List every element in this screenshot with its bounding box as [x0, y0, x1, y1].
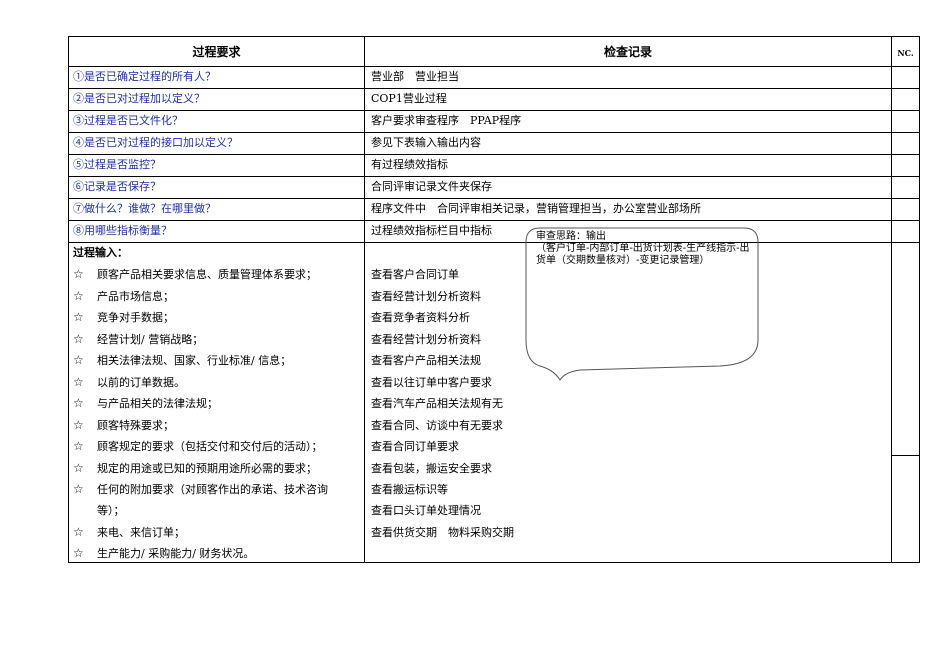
- star-icon: ☆: [73, 482, 84, 496]
- star-icon: ☆: [73, 525, 84, 539]
- input-item: 以前的订单数据。: [97, 376, 185, 389]
- row-divider: [69, 88, 919, 89]
- header-check-record: 检查记录: [603, 45, 652, 59]
- check-record: 查看搬运标识等: [371, 483, 448, 496]
- record-1: 营业部 营业担当: [371, 70, 459, 83]
- row-divider: [69, 198, 919, 199]
- input-item: 来电、来信订单；: [97, 526, 185, 539]
- header-process-requirement: 过程要求: [192, 45, 241, 59]
- question-7: ⑦做什么？谁做？在哪里做？: [73, 202, 216, 215]
- inputs-title: 过程输入：: [73, 246, 128, 259]
- input-item: 规定的用途或已知的预期用途所必需的要求；: [97, 462, 317, 475]
- row-divider: [69, 220, 919, 221]
- row-divider: [69, 110, 919, 111]
- input-item: 生产能力/ 采购能力/ 财务状况。: [97, 547, 255, 560]
- check-record: 查看经营计划分析资料: [371, 333, 481, 346]
- check-record: 查看竞争者资料分析: [371, 311, 470, 324]
- record-3: 客户要求审查程序 PPAP程序: [371, 114, 522, 127]
- question-5: ⑤过程是否监控？: [73, 158, 161, 171]
- star-icon: ☆: [73, 310, 84, 324]
- star-icon: ☆: [73, 439, 84, 453]
- question-3: ③过程是否已文件化？: [73, 114, 183, 127]
- check-record: 查看合同、访谈中有无要求: [371, 419, 503, 432]
- input-item: 与产品相关的法律法规；: [97, 397, 218, 410]
- check-record: 查看包装，搬运安全要求: [371, 462, 492, 475]
- input-item: 任何的附加要求（对顾客作出的承诺、技术咨询: [97, 483, 328, 496]
- input-item: 顾客产品相关要求信息、质量管理体系要求；: [97, 268, 317, 281]
- star-icon: ☆: [73, 332, 84, 346]
- record-6: 合同评审记录文件夹保存: [371, 180, 492, 193]
- check-record: 查看供货交期 物料采购交期: [371, 526, 514, 539]
- callout-line-1: 审查思路：输出: [536, 231, 606, 242]
- header-nc: NC.: [897, 48, 914, 58]
- callout-line-2: （客户订单-内部订单-出货计划表-生产线指示-出货单（交期数量核对）-变更记录管…: [536, 243, 750, 266]
- question-8: ⑧用哪些指标衡量？: [73, 224, 172, 237]
- input-item: 顾客特殊要求；: [97, 419, 174, 432]
- check-record: 查看口头订单处理情况: [371, 504, 481, 517]
- record-8: 过程绩效指标栏目中指标: [371, 224, 492, 237]
- check-record: 查看客户产品相关法规: [371, 354, 481, 367]
- star-icon: ☆: [73, 353, 84, 367]
- question-6: ⑥记录是否保存？: [73, 180, 161, 193]
- input-item: 顾客规定的要求（包括交付和交付后的活动）；: [97, 440, 323, 453]
- check-record: 查看经营计划分析资料: [371, 290, 481, 303]
- star-icon: ☆: [73, 396, 84, 410]
- row-divider: [69, 66, 919, 67]
- record-2: COP1营业过程: [371, 92, 447, 105]
- check-record: 查看汽车产品相关法规有无: [371, 397, 503, 410]
- check-record: 查看以往订单中客户要求: [371, 376, 492, 389]
- input-item: 经营计划/ 营销战略；: [97, 333, 204, 346]
- callout-text: 审查思路：输出 （客户订单-内部订单-出货计划表-生产线指示-出货单（交期数量核…: [536, 231, 751, 267]
- record-4: 参见下表输入输出内容: [371, 136, 481, 149]
- input-item: 竞争对手数据；: [97, 311, 174, 324]
- input-item-continuation: 等）；: [97, 504, 125, 517]
- record-5: 有过程绩效指标: [371, 158, 448, 171]
- star-icon: ☆: [73, 289, 84, 303]
- audit-checklist-table: 过程要求 检查记录 NC. ①是否已确定过程的所有人？ 营业部 营业担当 ②是否…: [68, 36, 920, 563]
- row-divider: [69, 154, 919, 155]
- check-record: 查看合同订单要求: [371, 440, 459, 453]
- nc-divider: [891, 455, 919, 456]
- question-1: ①是否已确定过程的所有人？: [73, 70, 216, 83]
- row-divider: [69, 242, 919, 243]
- column-divider: [891, 37, 892, 562]
- star-icon: ☆: [73, 267, 84, 281]
- star-icon: ☆: [73, 418, 84, 432]
- column-divider: [364, 37, 365, 562]
- question-4: ④是否已对过程的接口加以定义？: [73, 136, 238, 149]
- input-item: 相关法律法规、国家、行业标准/ 信息；: [97, 354, 292, 367]
- record-7: 程序文件中 合同评审相关记录，营销管理担当，办公室营业部场所: [371, 202, 701, 215]
- row-divider: [69, 176, 919, 177]
- question-2: ②是否已对过程加以定义？: [73, 92, 205, 105]
- star-icon: ☆: [73, 546, 84, 560]
- check-record: 查看客户合同订单: [371, 268, 459, 281]
- input-item: 产品市场信息；: [97, 290, 174, 303]
- star-icon: ☆: [73, 461, 84, 475]
- row-divider: [69, 132, 919, 133]
- star-icon: ☆: [73, 375, 84, 389]
